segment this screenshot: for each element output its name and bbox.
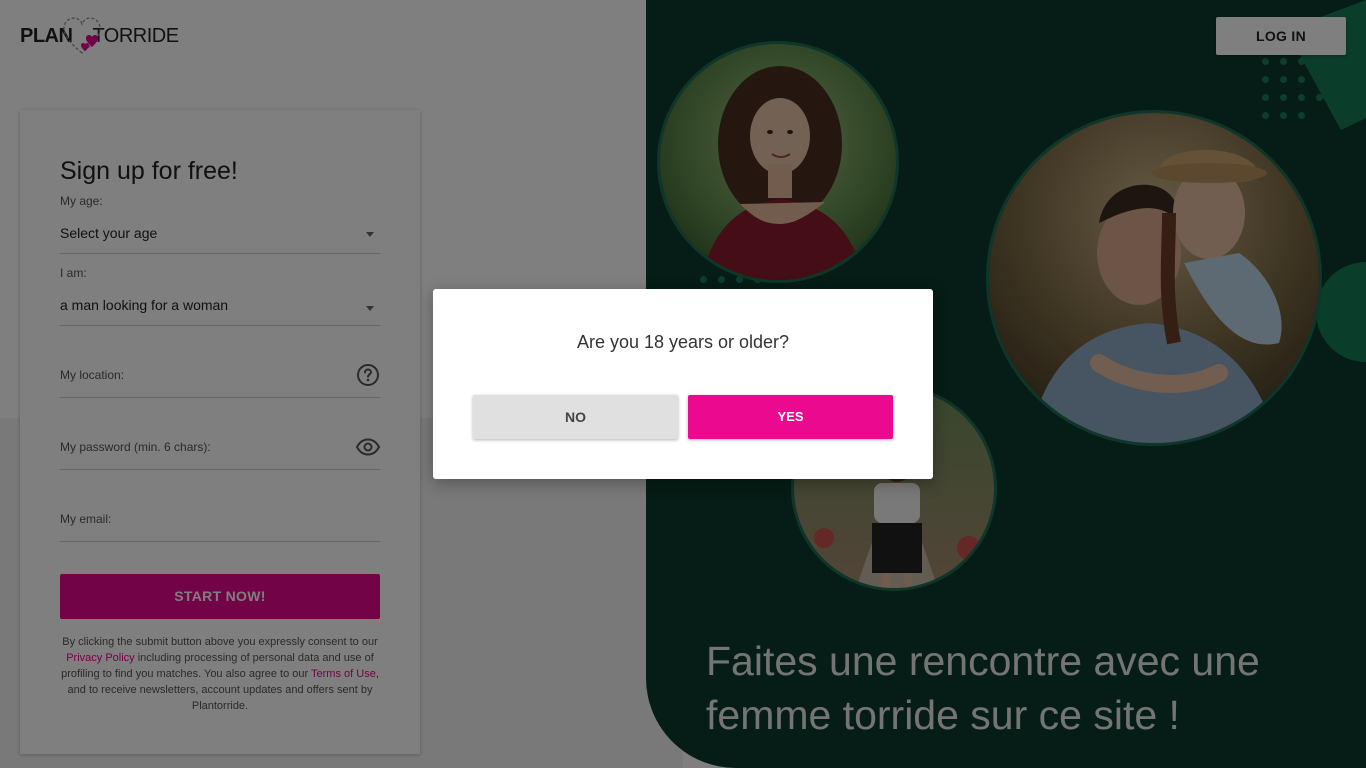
age-question: Are you 18 years or older? xyxy=(576,332,790,352)
no-button[interactable]: NO xyxy=(473,395,678,439)
age-verification-dialog: Are you 18 years or older? NO YES xyxy=(433,289,933,479)
yes-button[interactable]: YES xyxy=(688,395,893,439)
